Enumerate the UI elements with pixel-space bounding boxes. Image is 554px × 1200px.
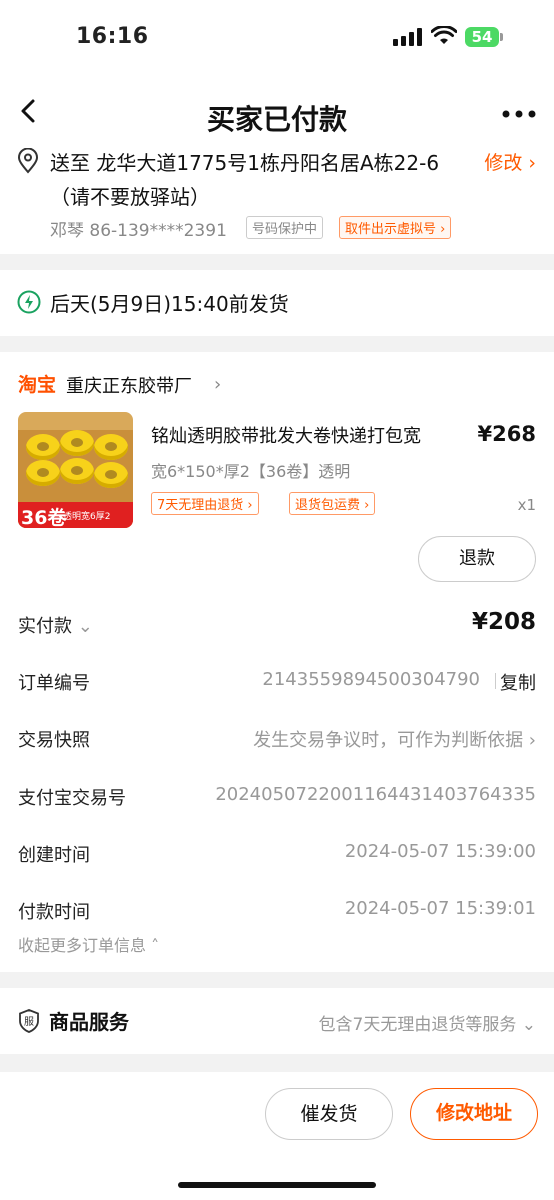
services-title: 商品服务 [49, 1010, 129, 1034]
shipping-section: 后天(5月9日)15:40前发货 [0, 270, 554, 336]
product-price: ¥268 [477, 422, 536, 446]
order-number-value: 2143559894500304790 [262, 669, 480, 690]
bottom-action-bar: 催发货 修改地址 [0, 1072, 554, 1200]
shop-name[interactable]: 重庆正东胶带厂 [66, 372, 192, 398]
status-time: 16:16 [76, 24, 149, 49]
alipay-value: 2024050722001164431403764335 [215, 784, 536, 805]
nav-bar: 买家已付款 [0, 72, 554, 144]
page-title: 买家已付款 [206, 103, 347, 136]
virtual-number-tag[interactable]: 取件出示虚拟号 › [339, 216, 452, 239]
taobao-logo: 淘宝 [18, 374, 57, 396]
product-badge: 36卷 透明宽6厚2 [18, 502, 133, 528]
delivery-address: 送至 龙华大道1775号1栋丹阳名居A栋22-6（请不要放驿站） [50, 151, 440, 209]
wifi-icon [431, 26, 457, 44]
paid-label: 实付款 ⌄ [18, 616, 93, 637]
paid-amount: ¥208 [471, 609, 536, 635]
services-section[interactable]: 服 商品服务 包含7天无理由退货等服务 ⌄ [0, 988, 554, 1054]
return-shipping-tag[interactable]: 退货包运费 › [289, 492, 376, 515]
chevron-down-icon: ⌄ [521, 1015, 536, 1035]
shield-icon: 服 [19, 1009, 39, 1033]
privacy-tag: 号码保护中 [246, 216, 324, 239]
order-card: 淘宝 重庆正东胶带厂 › 36卷 透明宽6厚2 铭灿透明胶带批发大卷快递打包宽 ¥… [0, 352, 554, 972]
product-quantity: x1 [517, 496, 536, 514]
ship-time: 后天(5月9日)15:40前发货 [50, 292, 289, 316]
collapse-order-info-link[interactable]: 收起更多订单信息 ˄ [18, 932, 159, 956]
copy-button[interactable]: 复制 [500, 669, 536, 695]
location-pin-icon [17, 148, 39, 174]
chevron-up-icon: ˄ [151, 936, 160, 955]
return-policy-tag[interactable]: 7天无理由退货 › [151, 492, 259, 515]
snapshot-value: 发生交易争议时，可作为判断依据 › [253, 730, 536, 751]
home-indicator[interactable] [178, 1182, 376, 1188]
battery-level: 54 [465, 27, 499, 47]
paid-time-value: 2024-05-07 15:39:01 [344, 898, 536, 919]
product-sku: 宽6*150*厚2【36卷】透明 [151, 462, 351, 481]
created-time-value: 2024-05-07 15:39:00 [344, 841, 536, 862]
lightning-icon [17, 290, 41, 314]
snapshot-label: 交易快照 [18, 730, 90, 751]
product-image[interactable]: 36卷 透明宽6厚2 [18, 412, 133, 528]
paid-time-label: 付款时间 [18, 902, 90, 923]
battery-icon: 54 [465, 27, 503, 47]
divider [495, 673, 496, 689]
chevron-down-icon: ⌄ [77, 616, 93, 637]
svg-text:服: 服 [24, 1016, 34, 1028]
order-number-label: 订单编号 [18, 673, 90, 694]
chevron-right-icon[interactable]: › [214, 374, 221, 395]
contact-info: 邓琴 86-139****2391 [50, 221, 227, 241]
cellular-signal-icon [393, 28, 423, 46]
refund-button[interactable]: 退款 [418, 536, 536, 582]
address-section[interactable]: 送至 龙华大道1775号1栋丹阳名居A栋22-6（请不要放驿站） 修改 › 邓琴… [0, 144, 554, 254]
edit-address-link[interactable]: 修改 › [484, 148, 536, 175]
services-desc: 包含7天无理由退货等服务 ⌄ [318, 1015, 536, 1035]
alipay-label: 支付宝交易号 [18, 788, 126, 809]
product-title[interactable]: 铭灿透明胶带批发大卷快递打包宽 [151, 422, 421, 448]
more-icon[interactable] [502, 110, 536, 118]
created-time-label: 创建时间 [18, 845, 90, 866]
status-bar: 16:16 54 [0, 0, 554, 72]
change-address-button[interactable]: 修改地址 [410, 1088, 538, 1140]
urge-shipping-button[interactable]: 催发货 [265, 1088, 393, 1140]
